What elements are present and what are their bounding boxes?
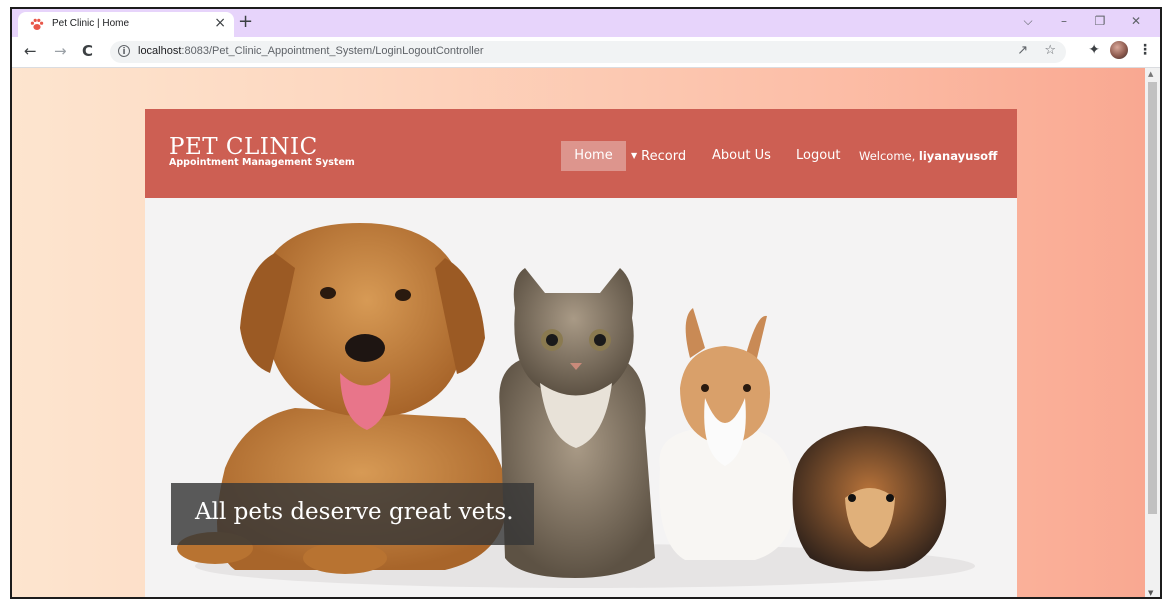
avatar[interactable] [1110,41,1128,59]
back-arrow-icon[interactable]: ← [24,41,37,61]
url-host: localhost [138,45,182,57]
close-window-icon[interactable]: ✕ [1118,12,1154,30]
scroll-up-arrow-icon[interactable]: ▲ [1148,70,1153,78]
rabbit-illustration [659,308,795,560]
restore-icon[interactable]: ❐ [1082,12,1118,30]
url-text[interactable]: localhost:8083/Pet_Clinic_Appointment_Sy… [138,45,484,57]
welcome-user: Welcome, liyanayusoff [859,141,997,171]
nav-logout[interactable]: Logout [796,141,841,171]
site-container: PET CLINIC Appointment Management System… [145,109,1017,597]
nav-record[interactable]: ▼ Record [631,141,686,171]
omnibox-actions: ↗ ☆ [1005,43,1056,58]
reload-icon[interactable]: C [82,41,93,61]
url-path: :8083/Pet_Clinic_Appointment_System/Logi… [181,45,484,57]
tab-title: Pet Clinic | Home [52,18,130,29]
scroll-down-arrow-icon[interactable]: ▼ [1148,589,1153,597]
scroll-thumb[interactable] [1148,82,1157,514]
minimize-icon[interactable]: – [1046,12,1082,30]
brand-subtitle: Appointment Management System [169,157,355,168]
tab-search-icon[interactable]: ⌵ [1010,12,1046,30]
browser-window: Pet Clinic | Home × + ⌵ – ❐ ✕ ← → C i lo… [10,7,1162,599]
vertical-scrollbar[interactable]: ▲ ▼ [1145,68,1160,597]
guinea-pig-illustration [792,426,947,572]
nav-home[interactable]: Home [561,141,626,171]
toolbar-right: ✦ ⋮ [1088,41,1152,59]
nav-record-label: Record [641,149,687,164]
hero-caption: All pets deserve great vets. [171,483,534,545]
puzzle-icon[interactable]: ✦ [1088,42,1100,58]
hero-banner: All pets deserve great vets. [145,198,1017,597]
window-controls: ⌵ – ❐ ✕ [1010,12,1154,30]
username: liyanayusoff [918,149,998,163]
kebab-menu-icon[interactable]: ⋮ [1138,42,1152,58]
forward-arrow-icon[interactable]: → [54,41,67,61]
browser-toolbar: ← → C i localhost:8083/Pet_Clinic_Appoin… [12,37,1160,68]
tab-strip: Pet Clinic | Home × + ⌵ – ❐ ✕ [12,9,1160,37]
site-header: PET CLINIC Appointment Management System… [145,109,1017,198]
brand-title: PET CLINIC [169,134,318,160]
hero-caption-text: All pets deserve great vets. [195,499,514,525]
address-bar[interactable]: i localhost:8083/Pet_Clinic_Appointment_… [110,41,1066,63]
bookmark-star-icon[interactable]: ☆ [1044,43,1056,58]
new-tab-button[interactable]: + [238,11,253,33]
brand-logo[interactable]: PET CLINIC Appointment Management System [169,135,355,168]
browser-tab[interactable]: Pet Clinic | Home × [18,12,234,37]
share-icon[interactable]: ↗ [1017,43,1028,58]
page-viewport: PET CLINIC Appointment Management System… [12,68,1145,597]
info-icon[interactable]: i [118,45,130,57]
welcome-prefix: Welcome, [859,149,919,163]
paw-icon [30,18,44,30]
caret-down-icon: ▼ [631,151,638,160]
close-icon[interactable]: × [214,15,226,31]
nav-about-us[interactable]: About Us [712,141,771,171]
